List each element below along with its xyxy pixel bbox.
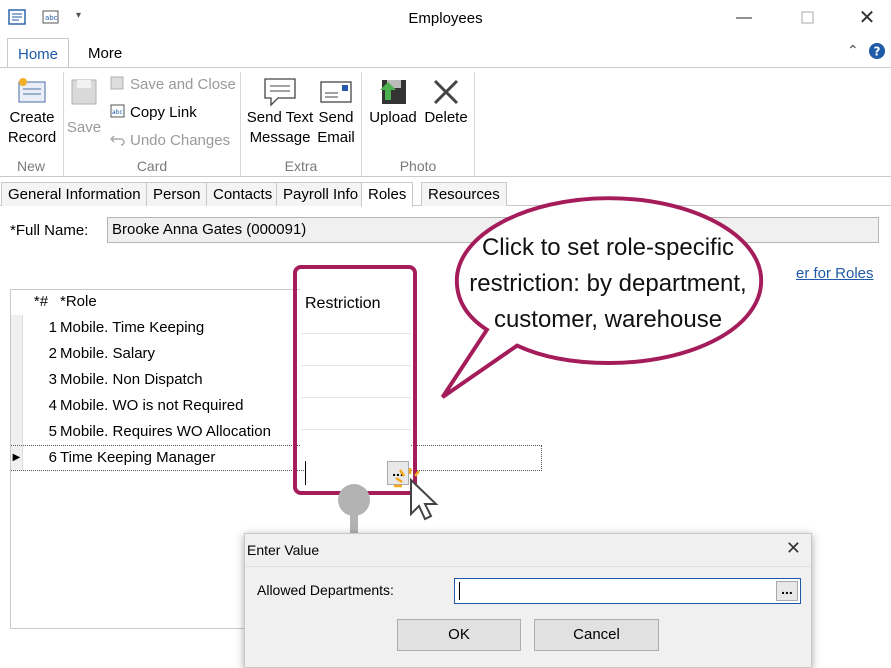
row-indicator[interactable] [11, 341, 23, 367]
minimize-button[interactable]: — [726, 6, 762, 30]
collapse-ribbon-icon[interactable]: ⌃ [847, 42, 859, 59]
undo-changes-button[interactable]: Undo Changes [109, 130, 230, 152]
role-cell[interactable]: Time Keeping Manager [60, 446, 215, 470]
delete-photo-button[interactable]: Delete [422, 76, 470, 128]
save-close-icon [110, 75, 126, 90]
role-cell[interactable]: Mobile. Salary [60, 341, 155, 367]
row-number: 5 [48, 423, 57, 440]
row-number: 2 [48, 345, 57, 362]
column-header-number[interactable]: *# [24, 289, 58, 315]
row-indicator[interactable] [11, 315, 23, 341]
group-label-photo: Photo [399, 158, 437, 174]
table-row-selected[interactable]: ▶ 6 Time Keeping Manager [11, 445, 542, 471]
copy-link-button[interactable]: abc Copy Link [110, 102, 197, 124]
enter-value-dialog: Enter Value ✕ Allowed Departments: ... O… [244, 533, 812, 668]
maximize-button[interactable] [790, 6, 826, 30]
cancel-button[interactable]: Cancel [534, 619, 659, 651]
mouse-cursor-icon [394, 468, 439, 521]
create-record-button[interactable]: Create Record [4, 76, 60, 148]
send-text-message-button[interactable]: Send Text Message [245, 76, 315, 148]
copy-link-icon: abc [110, 103, 126, 118]
allowed-departments-ellipsis-button[interactable]: ... [776, 581, 798, 601]
restriction-highlight-frame [293, 265, 417, 495]
dialog-close-button[interactable]: ✕ [786, 538, 801, 559]
role-cell[interactable]: Mobile. Time Keeping [60, 315, 204, 341]
create-record-icon [4, 76, 60, 108]
table-row[interactable]: 5 Mobile. Requires WO Allocation [11, 419, 542, 445]
role-cell[interactable]: Mobile. Non Dispatch [60, 367, 203, 393]
tab-general-information[interactable]: General Information [1, 182, 148, 206]
svg-text:abc: abc [112, 109, 123, 116]
upload-icon [366, 76, 420, 108]
row-indicator[interactable] [11, 367, 23, 393]
role-cell[interactable]: Mobile. WO is not Required [60, 393, 243, 419]
tab-person[interactable]: Person [146, 182, 208, 206]
row-number: 1 [48, 319, 57, 336]
group-label-extra: Extra [284, 158, 318, 174]
group-label-new: New [16, 158, 45, 174]
row-indicator[interactable] [11, 419, 23, 445]
save-and-close-button[interactable]: Save and Close [110, 74, 236, 96]
dialog-title: Enter Value [247, 542, 320, 558]
row-number: 3 [48, 371, 57, 388]
title-bar: abc ▾ Employees — ✕ [0, 0, 891, 36]
close-window-button[interactable]: ✕ [849, 6, 885, 30]
tab-contacts[interactable]: Contacts [206, 182, 280, 206]
allowed-departments-label: Allowed Departments: [257, 582, 394, 598]
current-row-arrow-icon: ▶ [11, 446, 23, 470]
roles-filter-link[interactable]: er for Roles [796, 265, 874, 282]
full-name-label: *Full Name: [10, 222, 89, 239]
svg-text:?: ? [874, 45, 881, 59]
tab-more[interactable]: More [78, 38, 132, 68]
text-message-icon [245, 76, 315, 108]
send-email-button[interactable]: Send Email [316, 76, 356, 148]
delete-icon [422, 76, 470, 108]
grid-border-bottom [10, 628, 246, 629]
upload-photo-button[interactable]: Upload [366, 76, 420, 128]
save-button[interactable]: Save [66, 76, 102, 138]
tab-payroll-info[interactable]: Payroll Info [276, 182, 366, 206]
row-number: 4 [48, 397, 57, 414]
column-header-role[interactable]: *Role [60, 289, 97, 315]
ribbon: Create Record New Save Save and Close ab… [0, 67, 891, 177]
row-number: 6 [48, 449, 57, 466]
tab-home[interactable]: Home [7, 38, 70, 68]
email-icon [316, 76, 356, 108]
undo-icon [109, 131, 126, 146]
ribbon-divider [474, 72, 475, 176]
group-label-card: Card [136, 158, 168, 174]
help-icon[interactable]: ? [868, 42, 886, 63]
ok-button[interactable]: OK [397, 619, 521, 651]
role-cell[interactable]: Mobile. Requires WO Allocation [60, 419, 271, 445]
tab-roles[interactable]: Roles [361, 182, 414, 207]
text-caret [459, 582, 460, 600]
callout-text: Click to set role-specific restriction: … [469, 234, 747, 333]
allowed-departments-field[interactable]: ... [454, 578, 801, 604]
ribbon-tabs: Home More ⌃ ? [0, 36, 891, 68]
save-icon [66, 76, 102, 108]
row-indicator[interactable] [11, 393, 23, 419]
